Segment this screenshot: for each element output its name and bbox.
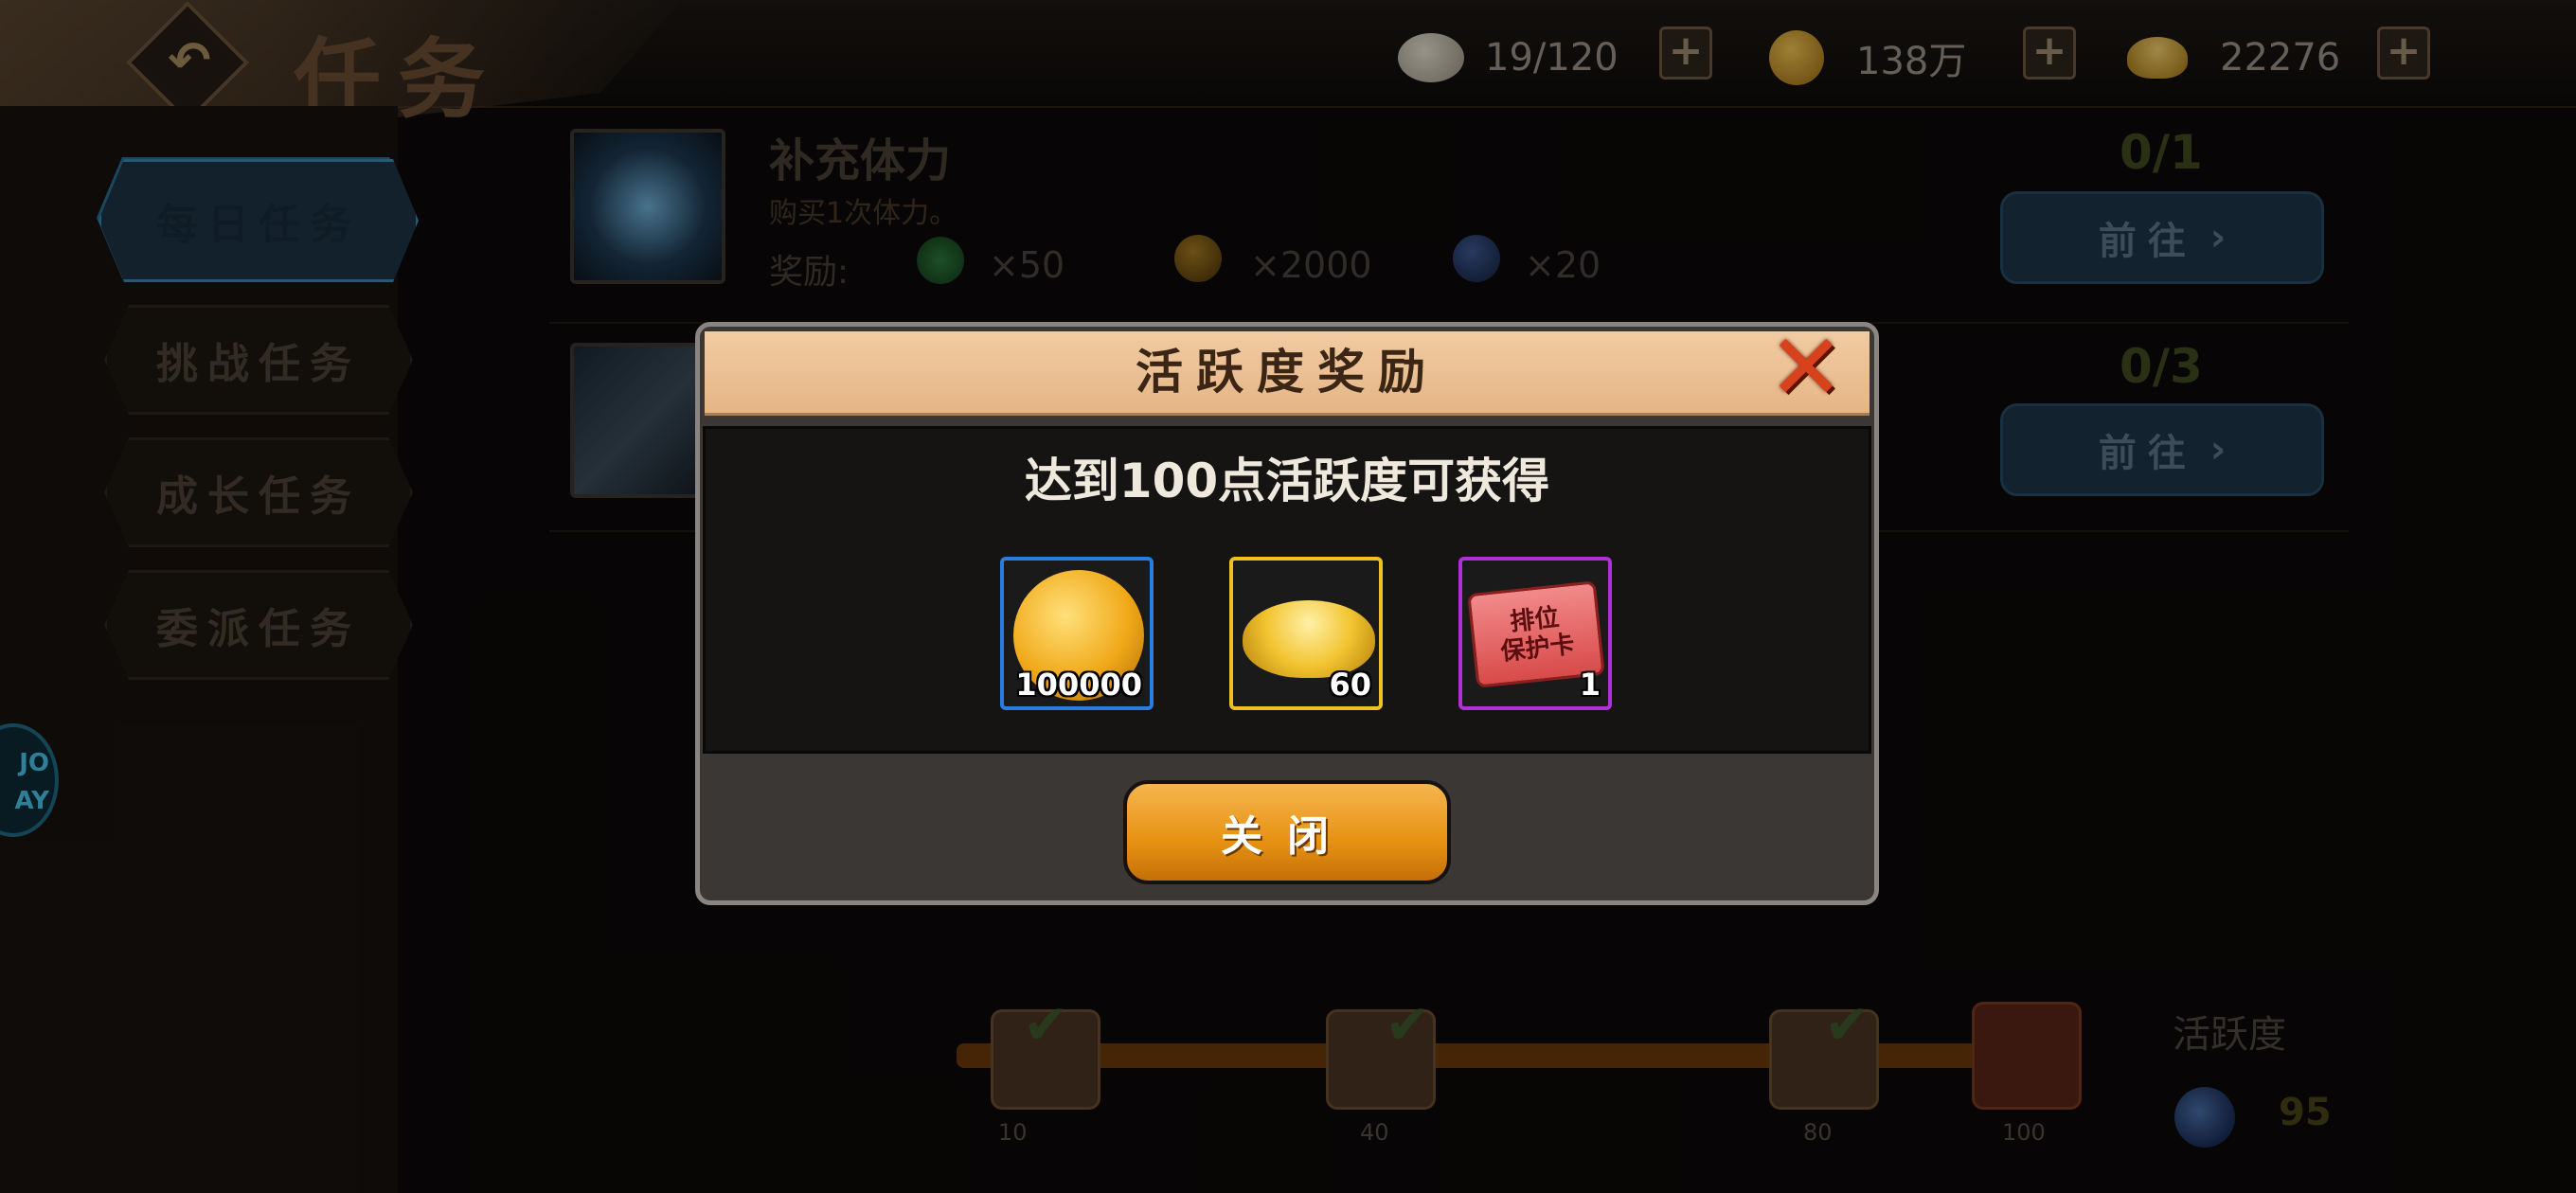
reward-count: 100000 bbox=[1015, 667, 1142, 703]
reward-item[interactable]: 排位 保护卡 1 bbox=[1458, 557, 1612, 710]
close-button[interactable]: 关闭 bbox=[1123, 780, 1451, 884]
reward-count: 1 bbox=[1579, 667, 1601, 703]
dialog-title: 活跃度奖励 bbox=[1136, 344, 1439, 400]
reward-count: 60 bbox=[1329, 667, 1371, 703]
reward-item[interactable]: 60 bbox=[1229, 557, 1383, 710]
dialog-description: 达到100点活跃度可获得 bbox=[1024, 454, 1550, 508]
reward-item[interactable]: 100000 bbox=[1000, 557, 1154, 710]
close-icon[interactable]: ✕ bbox=[1763, 322, 1849, 413]
